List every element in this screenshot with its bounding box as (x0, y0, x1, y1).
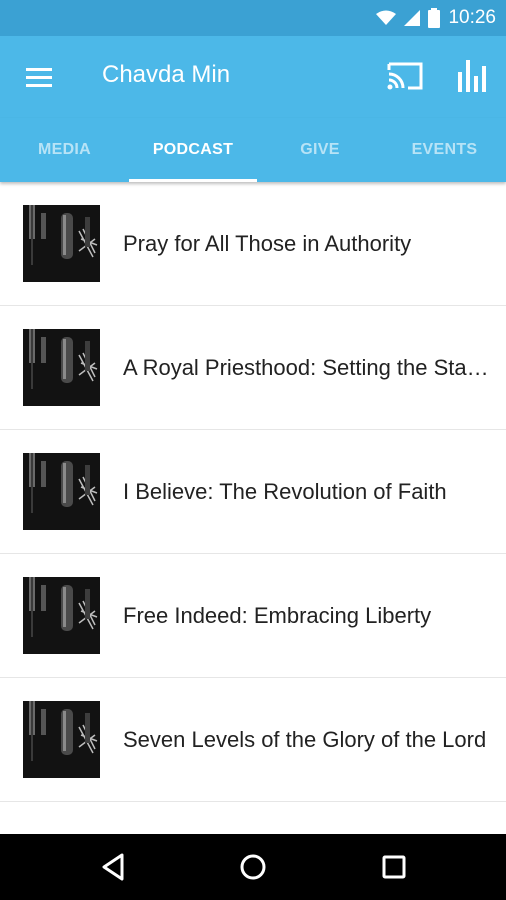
menu-icon[interactable] (22, 60, 56, 94)
home-icon[interactable] (237, 851, 269, 883)
cast-icon[interactable] (386, 58, 424, 94)
back-icon[interactable] (98, 851, 130, 883)
list-item[interactable]: I Believe: The Revolution of Faith (0, 430, 506, 554)
tab-bar: MEDIA PODCAST GIVE EVENTS (0, 118, 506, 182)
status-time: 10:26 (448, 7, 496, 28)
podcast-list: Pray for All Those in Authority A Royal … (0, 182, 506, 802)
app-bar: Chavda Min (0, 36, 506, 118)
podcast-thumbnail (23, 205, 100, 282)
tab-media[interactable]: MEDIA (0, 118, 129, 182)
bar-chart-icon[interactable] (455, 56, 491, 94)
list-item[interactable]: Free Indeed: Embracing Liberty (0, 554, 506, 678)
tab-give[interactable]: GIVE (257, 118, 383, 182)
list-item[interactable]: A Royal Priesthood: Setting the Stage fo… (0, 306, 506, 430)
podcast-title: Free Indeed: Embracing Liberty (123, 602, 432, 628)
app-title: Chavda Min (102, 61, 231, 88)
wifi-icon (376, 10, 397, 25)
podcast-title: A Royal Priesthood: Setting the Stage fo… (123, 354, 491, 380)
signal-icon (404, 10, 421, 26)
podcast-thumbnail (23, 577, 100, 654)
navigation-bar (0, 834, 506, 900)
tab-podcast[interactable]: PODCAST (129, 118, 257, 182)
recents-icon[interactable] (378, 851, 410, 883)
list-item[interactable]: Pray for All Those in Authority (0, 182, 506, 306)
status-bar: 10:26 (0, 0, 506, 36)
battery-icon (428, 8, 441, 28)
podcast-title: Seven Levels of the Glory of the Lord (123, 726, 487, 752)
podcast-thumbnail (23, 701, 100, 778)
podcast-thumbnail (23, 453, 100, 530)
podcast-title: Pray for All Those in Authority (123, 230, 412, 256)
podcast-title: I Believe: The Revolution of Faith (123, 478, 447, 504)
list-item[interactable]: Seven Levels of the Glory of the Lord (0, 678, 506, 802)
podcast-thumbnail (23, 329, 100, 406)
tab-events[interactable]: EVENTS (383, 118, 506, 182)
